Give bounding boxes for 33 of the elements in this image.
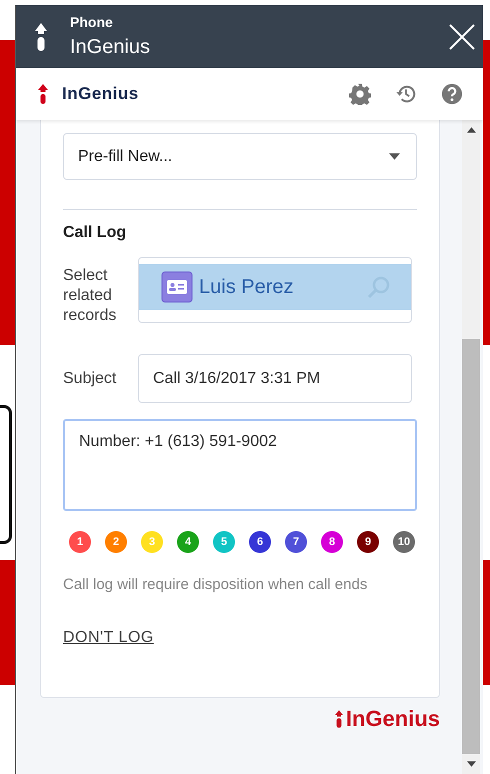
caret-icon — [389, 153, 400, 160]
logo-icon — [334, 710, 343, 728]
disposition-button[interactable]: 10 — [393, 531, 415, 553]
disposition-button[interactable]: 7 — [285, 531, 307, 553]
scroll-thumb[interactable] — [462, 339, 480, 754]
footer-brand: InGenius — [346, 706, 440, 732]
window-subtitle: Phone — [70, 14, 114, 30]
close-icon[interactable] — [449, 24, 475, 50]
disposition-button[interactable]: 6 — [249, 531, 271, 553]
contact-card-icon — [161, 271, 193, 303]
scroll-down-icon[interactable] — [466, 761, 476, 767]
disposition-button[interactable]: 4 — [177, 531, 199, 553]
logo-icon — [34, 22, 48, 52]
disposition-note: Call log will require disposition when call ends — [63, 575, 368, 595]
scroll-up-icon[interactable] — [466, 127, 476, 133]
window-title: InGenius — [70, 36, 152, 59]
brand-name: InGenius — [62, 84, 139, 104]
scrollbar[interactable] — [462, 120, 480, 774]
section-heading: Call Log — [63, 224, 128, 242]
dont-log-link[interactable]: DON'T LOG — [63, 629, 154, 647]
subject-field[interactable]: Call 3/16/2017 3:31 PM — [138, 354, 412, 403]
history-icon[interactable] — [395, 83, 417, 105]
field-label: Subject — [63, 368, 118, 388]
disposition-button[interactable]: 8 — [321, 531, 343, 553]
prefill-dropdown[interactable]: Pre-fill New... — [63, 133, 417, 180]
settings-icon[interactable] — [349, 83, 371, 105]
disposition-button[interactable]: 1 — [69, 531, 91, 553]
help-icon[interactable] — [441, 83, 463, 105]
disposition-button[interactable]: 9 — [357, 531, 379, 553]
logo-icon — [38, 84, 48, 104]
field-label: Select related records — [63, 266, 118, 326]
notes-field[interactable]: Number: +1 (613) 591-9002 — [63, 419, 417, 511]
related-record-field[interactable]: Luis Perez — [138, 257, 412, 323]
